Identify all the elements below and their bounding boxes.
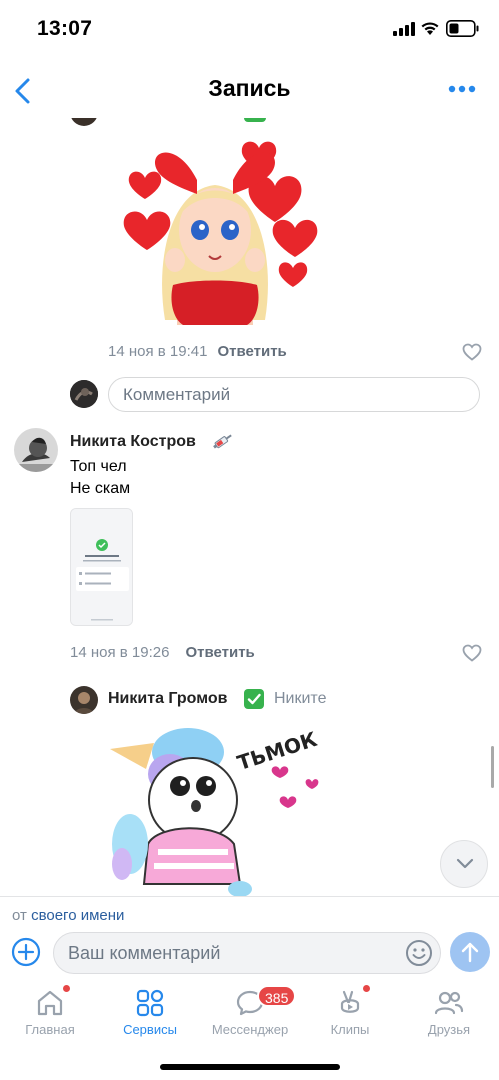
page-title: Запись [208,75,291,101]
post-as-link[interactable]: своего имени [31,907,124,924]
avatar[interactable] [70,686,98,714]
comment-time: 14 ноя в 19:41 [108,343,208,360]
tab-label: Друзья [427,1022,471,1037]
comment-input[interactable]: Комментарий [108,377,480,412]
reply-to-name[interactable]: Никите [274,690,326,708]
avatar[interactable] [70,118,98,126]
clips-icon [340,990,360,1013]
photo-attachment[interactable] [70,508,133,626]
reply-button[interactable]: Ответить [185,644,254,661]
comment-placeholder: Ваш комментарий [68,943,221,963]
add-attachment-icon[interactable] [11,937,41,967]
comment-meta: 14 ноя в 19:41 Ответить [108,343,287,360]
home-indicator [160,1064,340,1070]
tab-clips[interactable]: Клипы [300,982,400,1046]
services-icon [136,989,164,1017]
tab-label: Сервисы [123,1022,177,1037]
comment-text: Топ чел [70,458,127,475]
avatar[interactable] [14,428,58,472]
more-options-icon[interactable] [448,84,476,94]
tab-bar: Главная Сервисы Мессенджер 385 Клипы Дру… [0,982,499,1080]
reply-button[interactable]: Ответить [217,343,286,360]
send-button[interactable] [450,932,490,972]
cellular-signal-icon [393,22,415,36]
battery-icon [446,20,479,37]
arrow-up-icon [461,942,479,963]
comment-time: 14 ноя в 19:26 [70,644,170,661]
notification-dot [63,985,70,992]
post-as-selector[interactable]: от своего имени [12,907,124,924]
unread-badge: 385 [257,985,297,1007]
tab-friends[interactable]: Друзья [399,982,499,1046]
emoji-icon[interactable] [405,939,433,967]
status-bar: 13:07 [0,0,499,60]
sticker-image[interactable]: ТЬМОК [108,724,323,896]
friends-icon [434,991,464,1015]
syringe-icon [213,434,232,449]
chevron-down-icon [456,858,474,869]
post-as-prefix: от [12,907,27,924]
comment-text: Не скам [70,480,131,497]
navigation-bar: Запись [0,60,499,118]
status-time: 13:07 [37,17,93,40]
comment-author[interactable]: Никита Костров [70,433,196,451]
like-icon[interactable] [462,343,482,361]
scroll-down-button[interactable] [440,840,488,888]
notification-dot [363,985,370,992]
avatar [70,380,98,408]
wifi-icon [421,22,439,35]
like-icon[interactable] [462,644,482,662]
comment-composer: от своего имени Ваш комментарий [0,896,499,982]
home-icon [37,990,63,1016]
tab-label: Главная [25,1022,75,1037]
comments-feed[interactable]: 14 ноя в 19:41 Ответить Комментарий Никит… [0,118,499,896]
verified-check-icon [244,689,264,709]
comment-meta: 14 ноя в 19:26 Ответить [70,644,255,661]
tab-label: Мессенджер [211,1022,289,1037]
tab-home[interactable]: Главная [0,982,100,1046]
comment-input[interactable]: Ваш комментарий [53,932,441,974]
tab-label: Клипы [330,1022,370,1037]
scrollbar[interactable] [491,746,494,788]
comment-author[interactable]: Никита Громов [108,690,227,708]
tab-services[interactable]: Сервисы [100,982,200,1046]
sticker-image[interactable] [105,120,325,332]
